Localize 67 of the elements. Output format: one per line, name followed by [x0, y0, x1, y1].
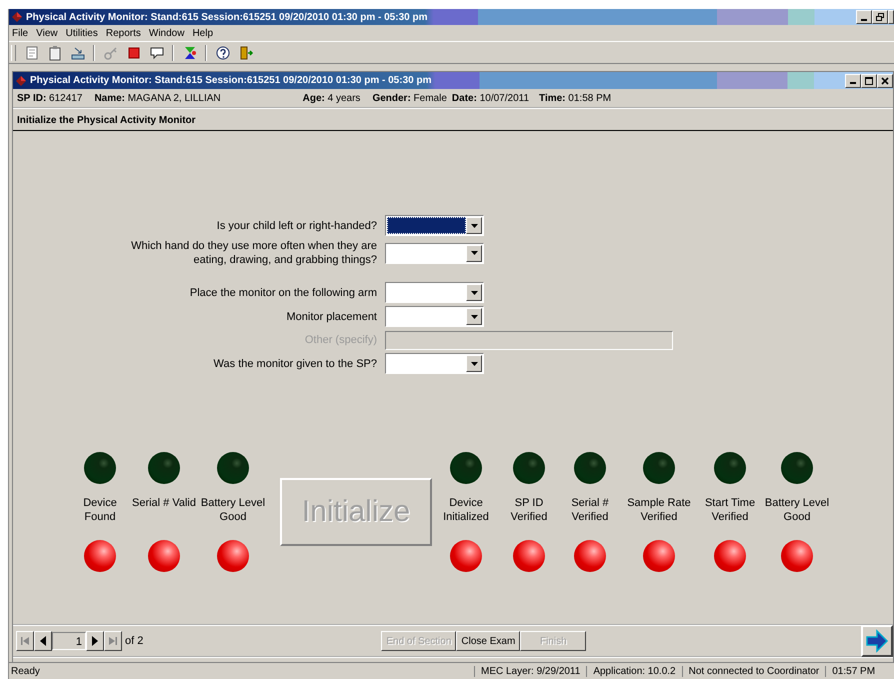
- indicator-label: Device Initialized: [442, 496, 490, 524]
- close-button[interactable]: [877, 74, 893, 88]
- clipboard-icon[interactable]: [46, 44, 62, 60]
- menu-item[interactable]: Help: [192, 28, 214, 38]
- question-label: Monitor placement: [286, 310, 377, 324]
- info-field: Gender: Female: [372, 92, 447, 104]
- question-label: Place the monitor on the following arm: [188, 286, 377, 300]
- menu-item[interactable]: File: [12, 28, 28, 38]
- restore-icon: [876, 13, 884, 21]
- indicator-label: Battery Level Good: [200, 496, 266, 524]
- app-icon: [15, 74, 27, 86]
- maximize-button[interactable]: [861, 74, 877, 88]
- dropdown[interactable]: [385, 306, 484, 327]
- restore-button[interactable]: [872, 10, 888, 24]
- previous-page-icon[interactable]: [38, 636, 48, 646]
- nav-button[interactable]: Close Exam: [456, 631, 520, 651]
- question-label: Was the monitor given to the SP?: [212, 356, 377, 370]
- status-text: 01:57 PM: [825, 666, 882, 676]
- info-field: Age: 4 years: [302, 92, 360, 104]
- indicator-label: Start Time Verified: [704, 496, 756, 524]
- question-label: Which hand do they use more often when they are eating, drawing, and grabbing things?: [130, 239, 377, 267]
- arrow-icon: [865, 629, 889, 653]
- page-count: of 2: [125, 635, 144, 647]
- indicator-label: Serial # Verified: [570, 496, 610, 524]
- door-icon[interactable]: [238, 44, 254, 60]
- status-text: Not connected to Coordinator: [682, 666, 826, 676]
- window-title: Physical Activity Monitor: Stand:615 Session:615251 09/20/2010 01:30 pm - 05:30 pm: [30, 75, 432, 86]
- menu-item[interactable]: Utilities: [66, 28, 98, 38]
- menu-item[interactable]: View: [36, 28, 58, 38]
- dropdown[interactable]: [385, 353, 484, 374]
- indicator-label: Sample Rate Verified: [626, 496, 692, 524]
- indicator-label: SP ID Verified: [510, 496, 548, 524]
- dropdown[interactable]: [385, 242, 484, 264]
- minimize-button[interactable]: [845, 74, 861, 88]
- next-button[interactable]: [861, 625, 893, 657]
- minimize-icon: [861, 18, 867, 20]
- status-text: Application: 10.0.2: [586, 666, 682, 676]
- info-field: SP ID: 612417: [17, 92, 82, 104]
- menu-item[interactable]: Window: [148, 28, 184, 38]
- close-button[interactable]: [888, 10, 894, 24]
- close-icon: [881, 76, 889, 84]
- status-text: Ready: [10, 666, 41, 676]
- page-field[interactable]: 1: [52, 632, 86, 650]
- app-icon: [11, 11, 23, 23]
- indicator-label: Battery Level Good: [764, 496, 830, 524]
- window-title: Physical Activity Monitor: Stand:615 Session:615251 09/20/2010 01:30 pm - 05:30 pm: [26, 12, 428, 22]
- maximize-icon: [865, 76, 873, 84]
- status-text: MEC Layer: 9/29/2011: [474, 666, 586, 676]
- indicator-label: Serial # Valid: [132, 496, 196, 511]
- stop-icon[interactable]: [126, 44, 142, 60]
- minimize-button[interactable]: [856, 10, 872, 24]
- tray-icon[interactable]: [70, 44, 86, 60]
- page-icon[interactable]: [24, 44, 40, 60]
- info-field: Time: 01:58 PM: [539, 92, 612, 104]
- question-label: Other (specify): [304, 333, 377, 347]
- info-field: Date: 10/07/2011: [452, 92, 530, 104]
- help-icon[interactable]: [214, 44, 230, 60]
- dropdown[interactable]: [385, 215, 484, 236]
- section-title: Initialize the Physical Activity Monitor: [13, 112, 893, 131]
- info-field: Name: MAGANA 2, LILLIAN: [94, 92, 221, 104]
- question-label: Is your child left or right-handed?: [216, 218, 377, 232]
- indicator-label: Device Found: [82, 496, 118, 524]
- minimize-icon: [850, 82, 856, 84]
- comment-icon[interactable]: [148, 44, 164, 60]
- next-page-icon[interactable]: [90, 636, 100, 646]
- dropdown[interactable]: [385, 282, 484, 303]
- menu-item[interactable]: Reports: [106, 28, 141, 38]
